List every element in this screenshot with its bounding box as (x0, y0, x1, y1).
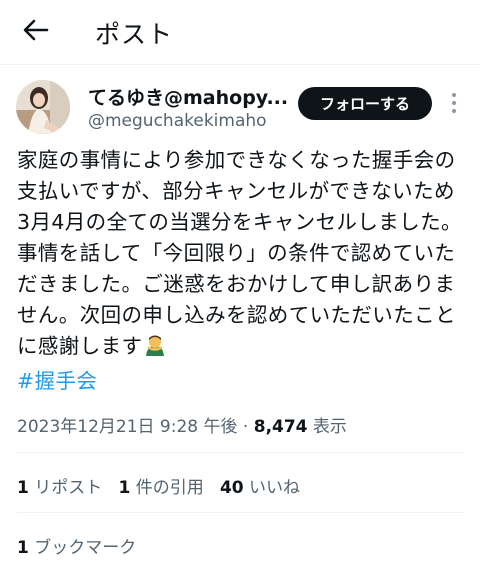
likes-count: 40 (219, 478, 244, 498)
quotes-stat[interactable]: 1 件の引用 (118, 478, 203, 498)
reposts-count: 1 (17, 478, 29, 498)
likes-label: いいね (249, 478, 301, 498)
quotes-label: 件の引用 (135, 478, 204, 498)
author-handle[interactable]: @meguchakekimaho (88, 111, 267, 131)
timestamp[interactable]: 2023年12月21日 9:28 午後 (17, 417, 238, 437)
meta-divider (17, 452, 464, 453)
arrow-left-icon (23, 19, 49, 41)
top-bar: ポスト (0, 0, 480, 62)
header-divider (0, 64, 480, 65)
bookmarks-label: ブックマーク (34, 538, 137, 558)
page-title: ポスト (95, 20, 174, 49)
meta-separator: · (242, 417, 249, 437)
follow-button[interactable]: フォローする (298, 87, 432, 120)
back-button[interactable] (18, 12, 54, 48)
hashtag-link[interactable]: #握手会 (17, 364, 97, 394)
author-display-name[interactable]: てるゆき@mahopy... (88, 83, 288, 110)
tweet-text: 家庭の事情により参加できなくなった握手会の支払いですが、部分キャンセルができない… (17, 145, 467, 362)
avatar-image (16, 80, 70, 134)
views-count: 8,474 (253, 417, 308, 437)
views-label: 表示 (312, 417, 347, 437)
quotes-count: 1 (118, 478, 131, 498)
tweet-meta: 2023年12月21日 9:28 午後 · 8,474 表示 (17, 412, 347, 437)
likes-stat[interactable]: 40 いいね (220, 478, 300, 498)
reposts-stat[interactable]: 1 リポスト (17, 478, 102, 498)
reposts-label: リポスト (34, 478, 103, 498)
bookmarks-count: 1 (17, 538, 29, 558)
avatar[interactable] (16, 80, 70, 134)
engagement-stats: 1 リポスト 1 件の引用 40 いいね (17, 473, 300, 498)
tweet-body: 家庭の事情により参加できなくなった握手会の支払いですが、部分キャンセルができない… (17, 148, 462, 358)
bookmarks-stat[interactable]: 1 ブックマーク (17, 533, 136, 558)
stats-divider (17, 512, 464, 513)
person-bowing-emoji (146, 335, 165, 356)
more-vertical-icon[interactable] (444, 89, 464, 117)
